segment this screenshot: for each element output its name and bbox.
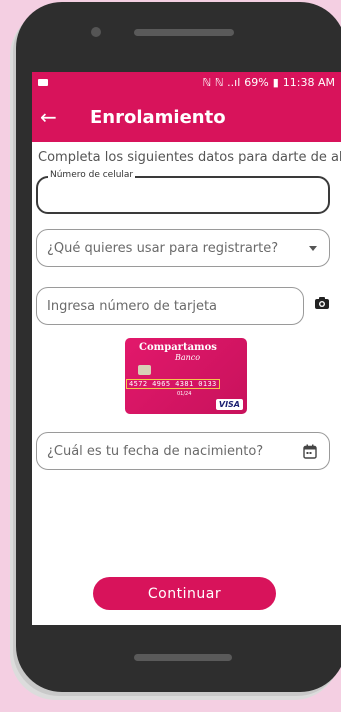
page-title: Enrolamiento bbox=[90, 106, 226, 128]
battery-icon: ▮ bbox=[272, 75, 279, 89]
signal-icons: ℕ ℕ ..ıl bbox=[202, 75, 241, 89]
register-method-select[interactable]: ¿Qué quieres usar para registrarte? bbox=[36, 229, 330, 267]
card-number-input[interactable]: Ingresa número de tarjeta bbox=[36, 287, 304, 325]
card-sub: Banco bbox=[175, 353, 201, 362]
intro-text: Completa los siguientes datos para darte… bbox=[38, 150, 341, 165]
speaker-grille bbox=[134, 29, 234, 36]
phone-number-label: Número de celular bbox=[48, 170, 136, 180]
clock: 11:38 AM bbox=[282, 75, 335, 89]
app-screen: ℕ ℕ ..ıl 69% ▮ 11:38 AM ← Enrolamiento C… bbox=[32, 72, 341, 625]
phone-number-field[interactable]: Número de celular bbox=[36, 170, 330, 214]
card-number-placeholder: Ingresa número de tarjeta bbox=[47, 298, 218, 314]
card-chip bbox=[138, 365, 151, 375]
birthdate-placeholder: ¿Cuál es tu fecha de nacimiento? bbox=[47, 443, 264, 459]
back-arrow-icon[interactable]: ← bbox=[40, 105, 74, 129]
notification-icon bbox=[38, 78, 48, 86]
visa-logo: VISA bbox=[215, 399, 243, 410]
continue-button[interactable]: Continuar bbox=[93, 577, 276, 610]
chevron-down-icon bbox=[309, 246, 317, 251]
calendar-icon[interactable] bbox=[303, 444, 317, 459]
card-number-highlight: 4572 4965 4381 0133 bbox=[126, 379, 220, 389]
camera-icon[interactable] bbox=[314, 295, 330, 311]
home-bar bbox=[134, 654, 232, 661]
status-bar: ℕ ℕ ..ıl 69% ▮ 11:38 AM bbox=[32, 72, 341, 92]
battery-level: 69% bbox=[244, 75, 269, 89]
register-method-placeholder: ¿Qué quieres usar para registrarte? bbox=[47, 240, 279, 256]
card-brand: Compartamos bbox=[139, 342, 217, 353]
app-bar: ← Enrolamiento bbox=[32, 92, 341, 142]
card-expiry: 01/24 bbox=[177, 391, 192, 397]
birthdate-field[interactable]: ¿Cuál es tu fecha de nacimiento? bbox=[36, 432, 330, 470]
card-example-image: Compartamos Banco 4572 4965 4381 0133 01… bbox=[125, 338, 247, 414]
camera-dot bbox=[91, 27, 101, 37]
